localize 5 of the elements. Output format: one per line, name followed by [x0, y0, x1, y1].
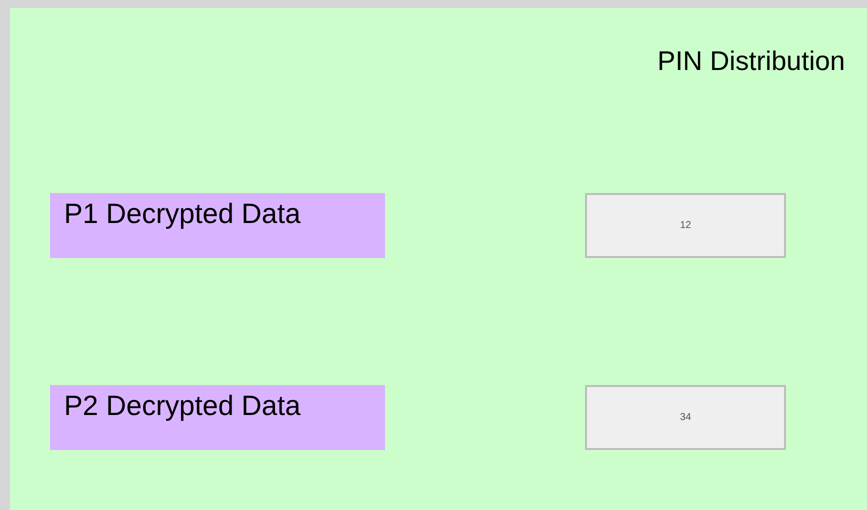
title: PIN Distribution: [657, 46, 845, 76]
value-field[interactable]: 12: [585, 193, 786, 258]
data-label: P2 Decrypted Data: [50, 385, 385, 450]
value-field[interactable]: 34: [585, 385, 786, 450]
data-label: P1 Decrypted Data: [50, 193, 385, 258]
